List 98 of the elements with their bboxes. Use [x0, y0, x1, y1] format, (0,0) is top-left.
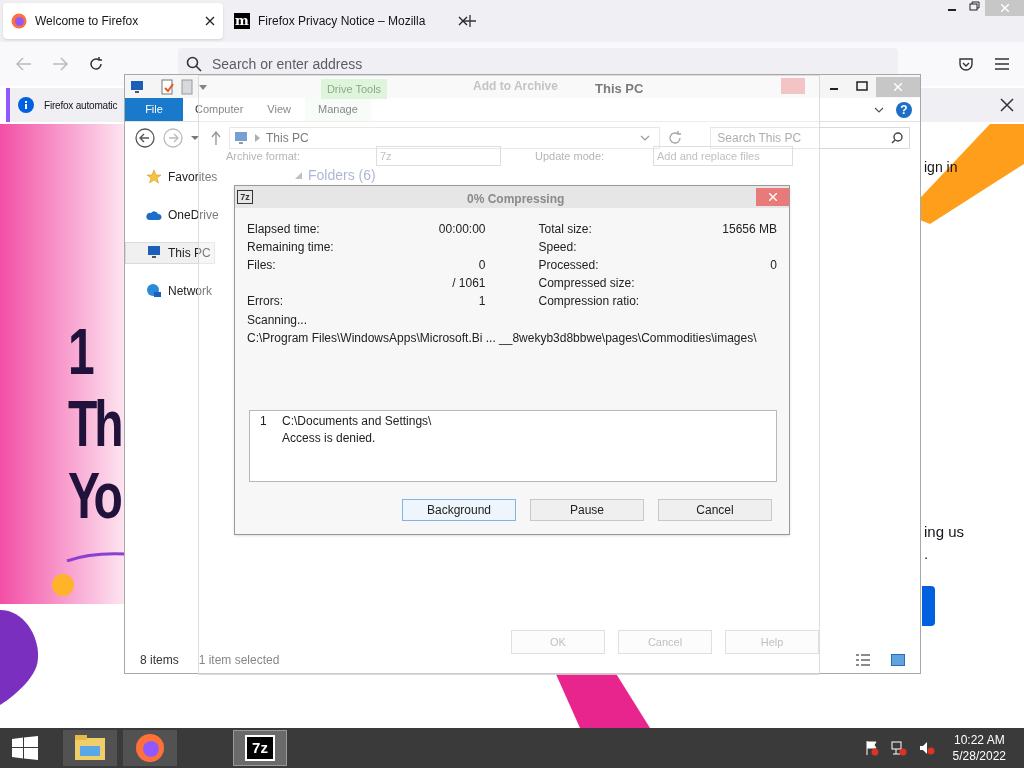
details-view-icon[interactable]: [855, 653, 871, 667]
browser-tab[interactable]: Welcome to Firefox: [3, 3, 223, 39]
stat-label: Compressed size:: [538, 275, 635, 292]
dialog-button[interactable]: Pause: [530, 499, 644, 521]
sign-in-link[interactable]: ign in: [924, 157, 958, 178]
close-button[interactable]: [756, 188, 789, 206]
computer-icon: [146, 245, 162, 261]
ribbon-tab[interactable]: Computer: [183, 98, 256, 121]
ribbon-tab[interactable]: Manage: [304, 98, 371, 121]
dialog-button[interactable]: Cancel: [658, 499, 772, 521]
properties-icon[interactable]: [161, 78, 175, 95]
error-path: C:\Documents and Settings\: [282, 413, 432, 430]
group-heading: Folders (6): [308, 167, 376, 183]
refresh-icon[interactable]: [668, 131, 683, 145]
address-field[interactable]: This PC: [229, 127, 661, 149]
taskbar-button[interactable]: [123, 730, 177, 766]
search-icon: [891, 132, 903, 144]
pocket-icon[interactable]: [958, 56, 974, 72]
dialog-button[interactable]: Background: [402, 499, 516, 521]
network-icon[interactable]: [890, 740, 907, 756]
status-text: 8 items: [140, 652, 179, 669]
taskbar-button[interactable]: [63, 730, 117, 766]
dot-shape: [52, 574, 74, 596]
stat-label: Processed:: [538, 257, 599, 274]
app-logo: 7z: [245, 735, 275, 761]
close-icon: [768, 193, 777, 201]
stat-value: 15656 MB: [722, 221, 777, 238]
firefox-logo-icon: [135, 733, 165, 763]
clock-date: 5/28/2022: [952, 748, 1006, 764]
close-icon[interactable]: [1000, 98, 1014, 112]
nav-item[interactable]: This PC: [125, 242, 215, 264]
stat-value: 00:00:00: [438, 221, 486, 238]
expand-icon[interactable]: [874, 106, 884, 113]
close-icon: [894, 82, 902, 91]
body-text: .: [924, 544, 930, 564]
windows-logo-icon[interactable]: [12, 736, 38, 760]
firefox-logo-icon: [11, 13, 27, 29]
address-placeholder: Search or enter address: [212, 54, 363, 74]
field-label: Update mode:: [535, 149, 606, 163]
dropdown-icon[interactable]: [640, 135, 651, 141]
speaker-muted-icon[interactable]: [918, 740, 935, 756]
error-index: 1: [259, 413, 268, 430]
close-icon[interactable]: [205, 16, 215, 26]
reload-icon[interactable]: [88, 56, 104, 72]
window-title: This PC: [595, 80, 644, 98]
close-icon: [1000, 4, 1009, 12]
file-path: C:\Program Files\WindowsApps\Microsoft.Bi ... __8wekyb3d8bbwe\pages\Commodities\images\: [247, 330, 758, 347]
clock-time: 10:22 AM: [953, 732, 1005, 748]
tab-title: Welcome to Firefox: [35, 13, 140, 30]
chevron-icon: [255, 134, 260, 142]
stat-label: Elapsed time:: [247, 221, 320, 238]
site-logo: m: [234, 13, 250, 29]
close-icon[interactable]: [458, 16, 468, 26]
app-logo: 7z: [237, 190, 253, 204]
stat-label: Compression ratio:: [538, 293, 640, 310]
nav-item[interactable]: Network: [125, 280, 215, 302]
help-button[interactable]: ?: [896, 101, 912, 118]
computer-icon: [233, 131, 249, 145]
new-tab-icon[interactable]: [464, 15, 476, 27]
nav-item[interactable]: Favorites: [125, 166, 215, 188]
stat-label: Remaining time:: [247, 239, 334, 256]
info-icon: [18, 97, 34, 113]
star-icon: [146, 169, 162, 185]
search-placeholder: Search This PC: [717, 130, 803, 147]
stat-label: Files:: [247, 257, 276, 274]
dropdown-icon[interactable]: [199, 82, 207, 91]
taskbar-button[interactable]: 7z: [233, 730, 287, 766]
up-arrow-icon[interactable]: [211, 131, 221, 145]
browser-tab[interactable]: m Firefox Privacy Notice – Mozilla: [226, 3, 476, 39]
field-label: Archive format:: [226, 149, 301, 163]
ribbon-tab[interactable]: View: [255, 98, 303, 121]
notification-text: Firefox automatic: [44, 98, 118, 113]
back-icon[interactable]: [135, 128, 155, 148]
network-icon: [146, 283, 162, 299]
tab-title: Firefox Privacy Notice – Mozilla: [258, 13, 427, 30]
stat-value: 0: [478, 257, 486, 274]
ribbon-tab[interactable]: File: [125, 98, 183, 121]
status-text: Scanning...: [247, 312, 309, 329]
body-text: ing us: [924, 522, 965, 542]
breadcrumb-item[interactable]: This PC: [266, 129, 309, 147]
menu-icon[interactable]: [994, 57, 1010, 71]
status-text: 1 item selected: [198, 652, 280, 669]
search-icon: [186, 56, 202, 72]
stat-label: Total size:: [538, 221, 592, 238]
stat-value: 0: [770, 257, 777, 274]
dropdown-icon[interactable]: [191, 135, 199, 141]
folder-icon: [74, 734, 106, 762]
thumbnails-view-icon[interactable]: [891, 654, 905, 666]
error-message: Access is denied.: [281, 430, 377, 447]
flag-icon[interactable]: [864, 740, 879, 756]
dialog-title: 0% Compressing: [467, 191, 565, 208]
stat-label: Speed:: [538, 239, 577, 256]
stat-value: / 1061: [452, 275, 486, 292]
underline-swoosh: [66, 552, 126, 562]
stat-value: 1: [478, 293, 486, 310]
context-tab-group: Drive Tools: [321, 79, 387, 99]
stat-label: Errors:: [247, 293, 283, 310]
computer-icon: [129, 79, 145, 94]
